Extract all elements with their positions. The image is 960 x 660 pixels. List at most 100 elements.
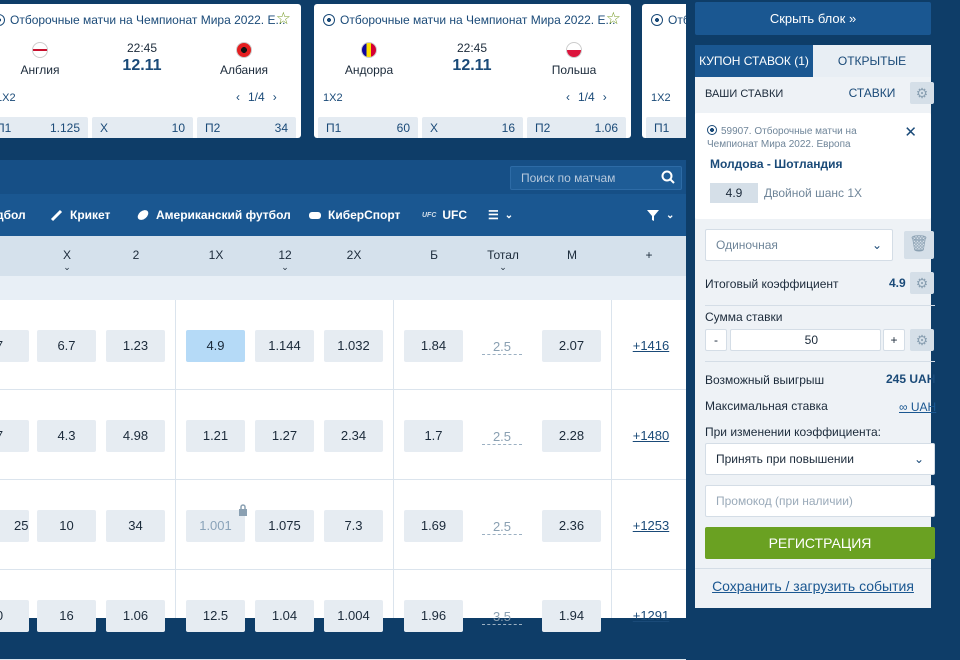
- settings-gear-icon[interactable]: ⚙: [910, 329, 934, 351]
- odd-cell[interactable]: 1.075: [255, 510, 314, 542]
- odd-cell[interactable]: 1.96: [404, 600, 463, 632]
- sport-tab-esports[interactable]: КиберСпорт: [308, 208, 400, 222]
- chevron-right-icon[interactable]: ›: [603, 90, 607, 104]
- odd-cell[interactable]: 1.21: [186, 420, 245, 452]
- col-1x[interactable]: 1X: [186, 248, 246, 262]
- chevron-left-icon[interactable]: ‹: [566, 90, 570, 104]
- chevron-left-icon[interactable]: ‹: [236, 90, 240, 104]
- odd-cell[interactable]: 12.5: [186, 600, 245, 632]
- sport-tab-cricket[interactable]: Крикет: [50, 208, 110, 222]
- odd-cell[interactable]: 1.032: [324, 330, 383, 362]
- match-card-andorra-poland[interactable]: Отборочные матчи на Чемпионат Мира 2022.…: [314, 4, 631, 138]
- odd-cell[interactable]: 0: [0, 600, 29, 632]
- odd-p1[interactable]: П1 60: [318, 117, 418, 138]
- search-icon[interactable]: [661, 170, 675, 184]
- favorite-star-icon[interactable]: ☆: [606, 9, 621, 29]
- odd-cell[interactable]: 34: [106, 510, 165, 542]
- more-markets-link[interactable]: +1480: [626, 428, 676, 443]
- football-icon: [707, 125, 717, 135]
- odd-cell[interactable]: 1.27: [255, 420, 314, 452]
- col-x[interactable]: X ⌄: [37, 248, 97, 272]
- sport-tab-american-football[interactable]: Американский футбол: [136, 208, 291, 222]
- odd-x[interactable]: X 16: [422, 117, 523, 138]
- odd-cell[interactable]: 25: [0, 510, 29, 542]
- promo-code-input[interactable]: Промокод (при наличии): [705, 485, 935, 517]
- odd-cell[interactable]: 1.04: [255, 600, 314, 632]
- bet-type: Двойной шанс 1X: [764, 186, 863, 200]
- total-value[interactable]: 2.5: [482, 430, 522, 445]
- total-value[interactable]: 2.5: [482, 520, 522, 535]
- odd-cell[interactable]: 2.28: [542, 420, 601, 452]
- match-card-england-albania[interactable]: Отборочные матчи на Чемпионат Мира 2022.…: [0, 4, 301, 138]
- total-value[interactable]: 2.5: [482, 340, 522, 355]
- tab-open-bets[interactable]: ОТКРЫТЫЕ СТАВКИ: [813, 45, 931, 100]
- match-card-partial[interactable]: Отб 1X2 П1: [642, 4, 686, 138]
- odd-cell[interactable]: 16: [37, 600, 96, 632]
- card-pager[interactable]: ‹ 1/4 ›: [236, 90, 277, 104]
- odd-cell[interactable]: 2.07: [542, 330, 601, 362]
- odd-p2[interactable]: П2 34: [197, 117, 296, 138]
- chevron-right-icon[interactable]: ›: [273, 90, 277, 104]
- odd-cell[interactable]: 2.34: [324, 420, 383, 452]
- card-pager[interactable]: ‹ 1/4 ›: [566, 90, 607, 104]
- odd-p1[interactable]: П1: [646, 117, 686, 138]
- more-markets-link[interactable]: +1416: [626, 338, 676, 353]
- col-m[interactable]: М: [542, 248, 602, 262]
- gamepad-icon: [309, 212, 321, 219]
- odd-cell[interactable]: 2.36: [542, 510, 601, 542]
- chevron-down-icon: ⌄: [913, 452, 924, 466]
- tab-coupon[interactable]: КУПОН СТАВОК (1): [695, 45, 813, 77]
- your-bets-heading: ВАШИ СТАВКИ: [705, 88, 784, 100]
- col-2[interactable]: 2: [106, 248, 166, 262]
- col-2x[interactable]: 2X: [324, 248, 384, 262]
- bet-odd: 4.9: [710, 183, 758, 203]
- odd-cell[interactable]: 7: [0, 420, 29, 452]
- odd-cell[interactable]: 6.7: [37, 330, 96, 362]
- more-markets-link[interactable]: +1291: [626, 608, 676, 623]
- odd-cell[interactable]: 1.004: [324, 600, 383, 632]
- odd-cell[interactable]: 4.98: [106, 420, 165, 452]
- odd-cell[interactable]: 10: [37, 510, 96, 542]
- more-markets-link[interactable]: +1253: [626, 518, 676, 533]
- odd-p2[interactable]: П2 1.06: [527, 117, 626, 138]
- col-b[interactable]: Б: [404, 248, 464, 262]
- football-icon: [0, 14, 5, 26]
- odd-x[interactable]: X 10: [92, 117, 193, 138]
- odd-p1[interactable]: П1 1.125: [0, 117, 88, 138]
- odd-cell[interactable]: 1.23: [106, 330, 165, 362]
- team-home: Англия: [0, 42, 90, 77]
- hide-block-button[interactable]: Скрыть блок »: [695, 2, 931, 35]
- col-12[interactable]: 12 ⌄: [255, 248, 315, 272]
- odd-cell[interactable]: 1.06: [106, 600, 165, 632]
- register-button[interactable]: РЕГИСТРАЦИЯ: [705, 527, 935, 559]
- sport-tab-football[interactable]: дбол: [0, 208, 26, 222]
- odd-cell[interactable]: 1.144: [255, 330, 314, 362]
- trash-icon[interactable]: 🗑: [904, 231, 934, 259]
- odd-cell-selected[interactable]: 4.9: [186, 330, 245, 362]
- odd-cell[interactable]: 1.84: [404, 330, 463, 362]
- close-icon[interactable]: ✕: [904, 123, 917, 141]
- settings-gear-icon[interactable]: ⚙: [910, 82, 934, 104]
- max-stake-link[interactable]: ∞ UAH: [899, 400, 936, 414]
- more-sports-button[interactable]: ☰ ⌄: [488, 208, 513, 222]
- odd-cell[interactable]: 7: [0, 330, 29, 362]
- sport-tab-ufc[interactable]: UFC UFC: [422, 208, 467, 222]
- col-total[interactable]: Тотал ⌄: [473, 248, 533, 272]
- bet-kind-select[interactable]: Одиночная ⌄: [705, 229, 893, 261]
- odd-cell[interactable]: 4.3: [37, 420, 96, 452]
- odds-change-select[interactable]: Принять при повышении ⌄: [705, 443, 935, 475]
- odd-cell[interactable]: 1.69: [404, 510, 463, 542]
- odd-cell[interactable]: 1.94: [542, 600, 601, 632]
- save-load-events-link[interactable]: Сохранить / загрузить события: [695, 578, 931, 594]
- search-input[interactable]: Поиск по матчам: [510, 166, 682, 190]
- col-plus[interactable]: +: [619, 248, 679, 262]
- stake-minus-button[interactable]: -: [705, 329, 727, 351]
- stake-plus-button[interactable]: +: [883, 329, 905, 351]
- stake-input[interactable]: 50: [730, 329, 881, 351]
- favorite-star-icon[interactable]: ☆: [276, 9, 291, 29]
- odd-cell[interactable]: 1.7: [404, 420, 463, 452]
- odd-cell[interactable]: 7.3: [324, 510, 383, 542]
- settings-gear-icon[interactable]: ⚙: [910, 272, 934, 294]
- sport-tabs: дбол Крикет Американский футбол КиберСпо…: [0, 194, 686, 236]
- filter-button[interactable]: ⌄: [646, 208, 674, 222]
